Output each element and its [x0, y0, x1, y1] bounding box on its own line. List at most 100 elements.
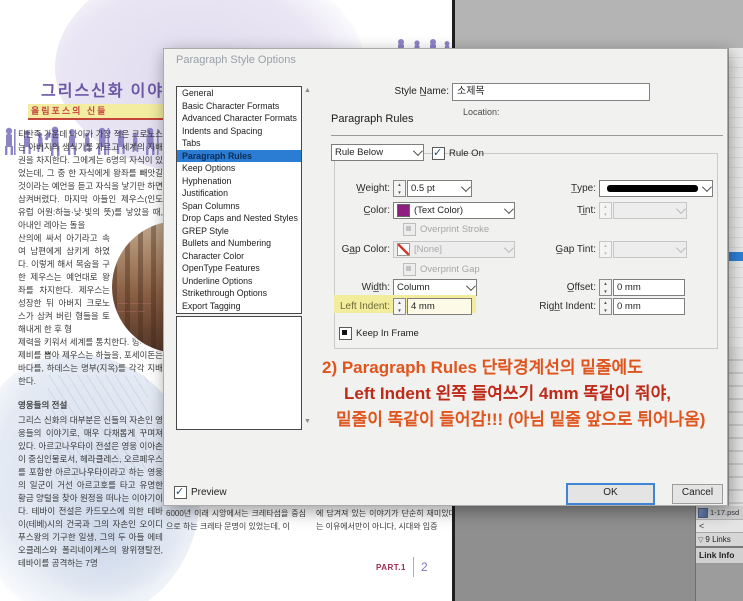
preview-row: Preview [174, 485, 227, 499]
tint-input: ▲ ▼ [599, 202, 687, 219]
document-subheading-2: 영웅들의 전설 [18, 400, 68, 410]
scroll-up-icon[interactable]: ▲ [304, 87, 311, 95]
links-status-icon: ▽ [698, 536, 704, 544]
chevron-down-icon [675, 243, 686, 254]
links-panel-rows-decor [729, 348, 743, 508]
link-info-label: Link Info [699, 550, 735, 560]
overprint-gap-checkbox [403, 263, 416, 276]
preview-checkbox[interactable] [174, 485, 187, 499]
pasteboard-top [455, 0, 743, 48]
gap-tint-input: ▲ ▼ [599, 241, 687, 258]
links-count-label: 9 Links [705, 535, 731, 544]
gap-tint-stepper: ▲ ▼ [599, 241, 612, 258]
right-indent-input[interactable]: ▲ ▼ 0 mm [599, 298, 685, 315]
scroll-down-icon[interactable]: ▼ [304, 418, 311, 426]
offset-stepper[interactable]: ▲ ▼ [599, 279, 612, 296]
overprint-stroke-row: Overprint Stroke [403, 223, 489, 236]
annotation-line-3: 밑줄이 똑같이 들어감!!! (아님 밑줄 앞으로 튀어나옴) [336, 410, 706, 429]
width-value: Column [397, 282, 430, 293]
right-indent-label: Righ̲t Indent: [539, 301, 596, 312]
style-options-list-continuation [176, 316, 302, 430]
gap-color-value: [None] [414, 244, 442, 255]
gap-tint-label: G̲ap Tint: [555, 244, 596, 255]
overprint-gap-row: Overprint Gap [403, 263, 480, 276]
dialog-title: Paragraph Style Options [176, 54, 296, 66]
document-body-column: 티탄족 가운데 나이가 가장 적은 크로노스는 아버지의 생식기를 자르고 세계… [18, 128, 163, 570]
document-subheading: 올림포스의 신들 [28, 104, 164, 120]
links-panel-back-button[interactable]: < [696, 520, 743, 533]
spinner-down-icon: ▼ [603, 211, 608, 217]
ok-button[interactable]: OK [566, 483, 655, 505]
rule-position-dropdown[interactable]: Rule Below [331, 144, 424, 161]
footer-page-number: 2 [420, 560, 428, 574]
color-swatch [397, 204, 410, 217]
weight-input[interactable]: ▲ ▼ 0.5 pt [393, 180, 472, 197]
link-thumbnail-icon [698, 507, 708, 518]
chevron-down-icon [412, 146, 423, 157]
rule-position-value: Rule Below [335, 147, 384, 158]
width-label: Wid̲th: [361, 282, 390, 293]
offset-input[interactable]: ▲ ▼ 0 mm [599, 279, 685, 296]
chevron-down-icon [675, 204, 686, 215]
annotation-line-1: 2) Paragraph Rules 단락경계선의 밑줄에도 [322, 358, 643, 377]
preview-label: Preview [191, 487, 227, 498]
spinner-down-icon[interactable]: ▼ [600, 307, 611, 315]
type-dropdown[interactable] [599, 180, 713, 197]
spinner-down-icon[interactable]: ▼ [394, 189, 405, 197]
sidebar-item[interactable]: Tabs [177, 137, 301, 150]
link-filename: 1-17.psd [710, 508, 740, 517]
footer-divider [412, 557, 414, 577]
left-indent-value: 4 mm [411, 301, 435, 312]
style-options-list: General Basic Character Formats Advanced C… [176, 86, 302, 314]
sidebar-item[interactable]: Basic Character Formats [177, 100, 301, 113]
gap-color-label: Ga̲p Color: [341, 244, 390, 255]
annotation-line-2: Left Indent 왼쪽 들여쓰기 4mm 똑같이 줘야, [344, 384, 671, 403]
weight-value: 0.5 pt [411, 183, 435, 194]
left-indent-input[interactable]: ▲ ▼ 4 mm [393, 298, 472, 315]
sidebar-item[interactable]: Indents and Spacing [177, 125, 301, 138]
spinner-up-icon[interactable]: ▲ [394, 299, 405, 307]
document-title: 그리스신화 이야기 [41, 83, 181, 100]
sidebar-item[interactable]: General [177, 87, 301, 100]
right-indent-stepper[interactable]: ▲ ▼ [599, 298, 612, 315]
style-name-input[interactable]: 소제목 [452, 83, 650, 101]
rule-on-checkbox-row: Rule On [432, 146, 484, 160]
document-bottom-column-1: 6000년 이래 시앙에서는 크레타섬을 중심으로 하는 크레타 문명이 있었는… [166, 509, 306, 531]
links-panel-selected-row[interactable] [729, 252, 743, 261]
location-label: Location: [463, 107, 500, 117]
cancel-button[interactable]: Cancel [672, 484, 723, 504]
link-info-header[interactable]: Link Info [696, 548, 743, 564]
spinner-up-icon[interactable]: ▲ [394, 181, 405, 189]
spinner-up-icon[interactable]: ▲ [600, 299, 611, 307]
width-dropdown[interactable]: Column [393, 279, 477, 296]
type-label: T̲ype: [570, 183, 596, 194]
document-bottom-column-2: 에 담겨져 있는 이야기가 단순히 재미있다는 이유에서만이 아니다, 시대와 … [316, 509, 456, 531]
overprint-gap-label: Overprint Gap [420, 264, 480, 275]
page-edge-top [452, 0, 455, 48]
offset-value: 0 mm [617, 282, 641, 293]
spinner-up-icon: ▲ [603, 243, 608, 248]
annotation-note: 2) Paragraph Rules 단락경계선의 밑줄에도 Left Inde… [322, 355, 724, 433]
spinner-down-icon[interactable]: ▼ [600, 288, 611, 296]
rule-on-checkbox[interactable] [432, 146, 445, 160]
color-value: (Text Color) [414, 205, 464, 216]
sidebar-item[interactable]: Advanced Character Formats [177, 112, 301, 125]
overprint-stroke-label: Overprint Stroke [420, 224, 490, 235]
spinner-down-icon[interactable]: ▼ [394, 307, 405, 315]
weight-stepper[interactable]: ▲ ▼ [393, 180, 406, 197]
solid-line-swatch [607, 185, 698, 192]
page-edge-bottom [452, 506, 455, 601]
spinner-up-icon[interactable]: ▲ [600, 280, 611, 288]
section-divider [331, 135, 723, 136]
offset-label: O̲ffset: [566, 282, 596, 293]
sidebar-item[interactable]: Paragraph Rules [177, 149, 301, 162]
sidebar-item[interactable]: OpenType Features [177, 262, 301, 275]
footer-part-label: PART.1 [376, 562, 406, 572]
link-item-row[interactable]: 1-17.psd [696, 506, 743, 520]
sidebar-item[interactable]: Keep Options [177, 162, 301, 175]
left-indent-stepper[interactable]: ▲ ▼ [393, 298, 406, 315]
collapse-arrow-icon: < [699, 521, 705, 531]
keep-in-frame-checkbox[interactable] [339, 327, 352, 340]
page-footer: PART.1 2 [376, 556, 428, 578]
sidebar-item[interactable]: GREP Style [177, 225, 301, 238]
